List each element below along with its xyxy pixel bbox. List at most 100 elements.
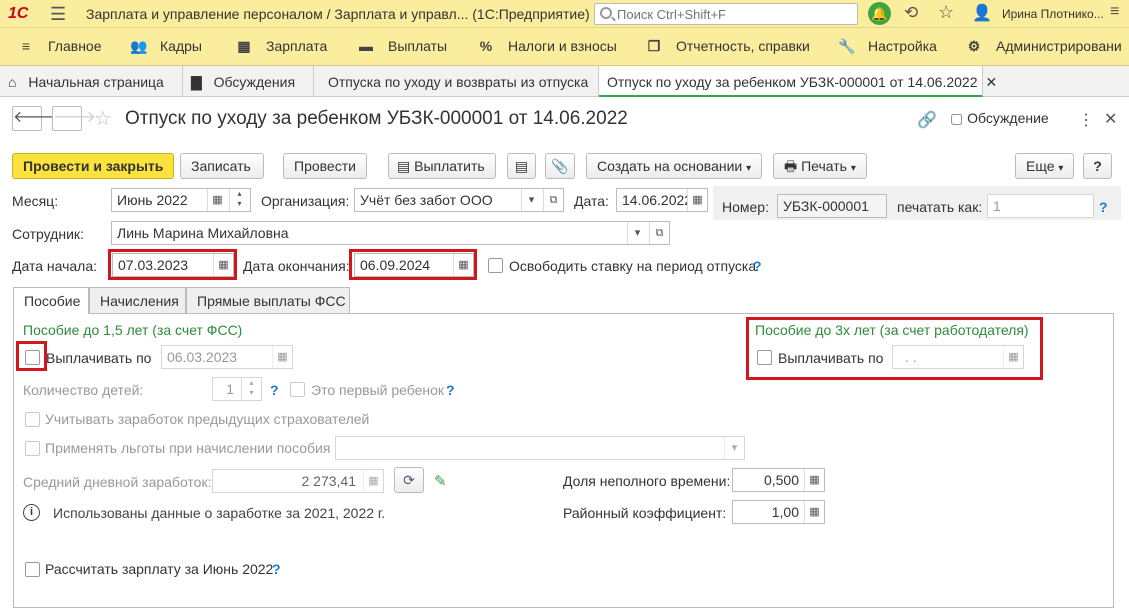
menu-reports[interactable]: ❐ Отчетность, справки [646, 38, 810, 58]
discussion-button[interactable]: ▢ Обсуждение [950, 110, 1049, 127]
tab-leave-list[interactable]: Отпуска по уходу и возвраты из отпуска [314, 66, 599, 97]
dropdown-icon: ▾ [1058, 163, 1064, 174]
number-field[interactable]: УБЗК-000001 [777, 194, 887, 218]
post-button[interactable]: Провести [283, 153, 367, 179]
more-icon[interactable]: ≡ [1110, 3, 1119, 21]
date-field[interactable]: 14.06.2022 ▦ [616, 188, 708, 212]
employee-label: Сотрудник: [12, 226, 84, 242]
first-child-label: Это первый ребенок [311, 382, 445, 398]
calculator-icon[interactable]: ▦ [804, 501, 824, 523]
children-field[interactable]: 1 ▴ ▾ [212, 377, 262, 401]
month-spin-icon[interactable]: ▴ ▾ [229, 189, 249, 211]
info-icon: i [23, 504, 40, 521]
organization-field[interactable]: Учёт без забот ООО ▾ ⧉ [354, 188, 564, 212]
tab-home[interactable]: ⌂ Начальная страница [0, 66, 183, 97]
calendar-icon[interactable]: ▦ [687, 189, 707, 211]
more-button[interactable]: Еще ▾ [1015, 153, 1075, 179]
tab-accruals[interactable]: Начисления [89, 287, 186, 314]
part-time-field[interactable]: 0,500 ▦ [732, 468, 825, 492]
history-icon[interactable]: ⟲ [904, 3, 918, 23]
pay-button[interactable]: ▤ Выплатить [388, 153, 496, 179]
close-tab-icon[interactable]: ✕ [986, 74, 998, 90]
month-field[interactable]: Июнь 2022 ▦ ▴ ▾ [111, 188, 251, 212]
menu-salary[interactable]: ▦ Зарплата [236, 38, 327, 58]
app-logo: 1С [8, 5, 29, 22]
notifications-bell-icon[interactable]: 🔔 [868, 2, 891, 25]
calendar-icon[interactable]: ▦ [272, 346, 292, 368]
document-list-icon: ▤ [514, 158, 529, 174]
dropdown-icon: ▾ [850, 163, 856, 174]
close-icon[interactable]: ✕ [1104, 109, 1117, 129]
search-box[interactable] [594, 3, 858, 25]
first-child-checkbox[interactable] [290, 382, 305, 397]
calculator-icon[interactable]: ▦ [804, 469, 824, 491]
highlight-box [16, 341, 47, 371]
help-icon[interactable]: ? [1099, 199, 1108, 215]
recalc-salary-checkbox[interactable] [25, 562, 40, 577]
chat-icon: ▢ [950, 110, 964, 126]
user-icon[interactable]: 👤 [972, 3, 992, 23]
avg-earnings-field[interactable]: 2 273,41 ▦ [212, 469, 384, 493]
help-button[interactable]: ? [1083, 153, 1112, 179]
benefits-checkbox[interactable] [25, 441, 40, 456]
tab-discussions[interactable]: ▇ Обсуждения [183, 66, 314, 97]
reports-icon: ❐ [647, 38, 661, 54]
people-icon: 👥 [130, 38, 148, 54]
more-vertical-icon[interactable]: ⋮ [1078, 110, 1094, 130]
benefits-select[interactable]: ▾ [335, 436, 745, 460]
back-button[interactable]: 🡐 [12, 106, 56, 131]
dropdown-icon[interactable]: ▾ [521, 189, 541, 211]
help-icon[interactable]: ? [270, 382, 279, 398]
save-button[interactable]: Записать [180, 153, 264, 179]
dropdown-icon[interactable]: ▾ [724, 437, 744, 459]
calculator-icon[interactable]: ▦ [363, 470, 383, 492]
menu-main[interactable]: ≡ Главное [18, 38, 102, 58]
list-icon: ≡ [21, 38, 31, 54]
calculator-icon: ▦ [237, 38, 251, 54]
print-as-field[interactable]: 1 [987, 194, 1094, 218]
menu-settings[interactable]: 🔧 Настройка [838, 38, 937, 58]
open-icon[interactable]: ⧉ [543, 189, 563, 211]
search-input[interactable] [617, 6, 847, 22]
benefits-label: Применять льготы при начислении пособия [45, 440, 331, 456]
dropdown-icon[interactable]: ▾ [627, 222, 647, 244]
list-view-button[interactable]: ▤ [507, 153, 536, 179]
favorites-star-icon[interactable]: ☆ [938, 2, 954, 23]
forward-button[interactable]: 🡒 [52, 106, 96, 131]
tab-current-document[interactable]: Отпуск по уходу за ребенком УБЗК-000001 … [599, 66, 997, 97]
free-rate-checkbox[interactable] [488, 258, 503, 273]
menu-payments[interactable]: ▬ Выплаты [358, 38, 447, 58]
page-title: Отпуск по уходу за ребенком УБЗК-000001 … [125, 108, 628, 129]
spin-icon[interactable]: ▴ ▾ [241, 378, 261, 400]
recalc-salary-label: Рассчитать зарплату за Июнь 2022 [45, 561, 274, 577]
create-based-on-button[interactable]: Создать на основании ▾ [586, 153, 763, 179]
edit-pencil-icon[interactable]: ✎ [434, 472, 447, 490]
attach-button[interactable]: 📎 [545, 153, 575, 179]
menu-taxes[interactable]: % Налоги и взносы [478, 38, 617, 58]
arrow-left-icon: 🡐 [13, 109, 56, 126]
children-label: Количество детей: [23, 382, 144, 398]
regional-coef-field[interactable]: 1,00 ▦ [732, 500, 825, 524]
help-icon[interactable]: ? [753, 258, 762, 274]
help-icon[interactable]: ? [272, 561, 281, 577]
refresh-button[interactable]: ⟳ [394, 467, 424, 493]
highlight-box [746, 317, 1043, 380]
favorite-star-icon[interactable]: ☆ [94, 106, 112, 131]
tab-benefit[interactable]: Пособие [13, 287, 89, 315]
pay-icon: ▤ [397, 158, 411, 174]
date-label: Дата: [574, 193, 609, 209]
tab-direct-payments[interactable]: Прямые выплаты ФСС [186, 287, 350, 314]
user-name[interactable]: Ирина Плотнико... [1002, 7, 1104, 21]
link-icon[interactable]: 🔗 [917, 110, 937, 130]
pay-until-field[interactable]: 06.03.2023 ▦ [161, 345, 293, 369]
calendar-icon[interactable]: ▦ [207, 189, 227, 211]
open-icon[interactable]: ⧉ [649, 222, 669, 244]
prev-insurers-checkbox[interactable] [25, 412, 40, 427]
employee-field[interactable]: Линь Марина Михайловна ▾ ⧉ [111, 221, 670, 245]
menu-admin[interactable]: ⚙ Администрировани [966, 38, 1122, 58]
menu-hr[interactable]: 👥 Кадры [130, 38, 202, 58]
main-menu-icon[interactable]: ☰ [50, 4, 66, 25]
print-button[interactable]: 🖶 Печать ▾ [773, 153, 867, 179]
help-icon[interactable]: ? [446, 382, 455, 398]
post-and-close-button[interactable]: Провести и закрыть [12, 153, 175, 179]
